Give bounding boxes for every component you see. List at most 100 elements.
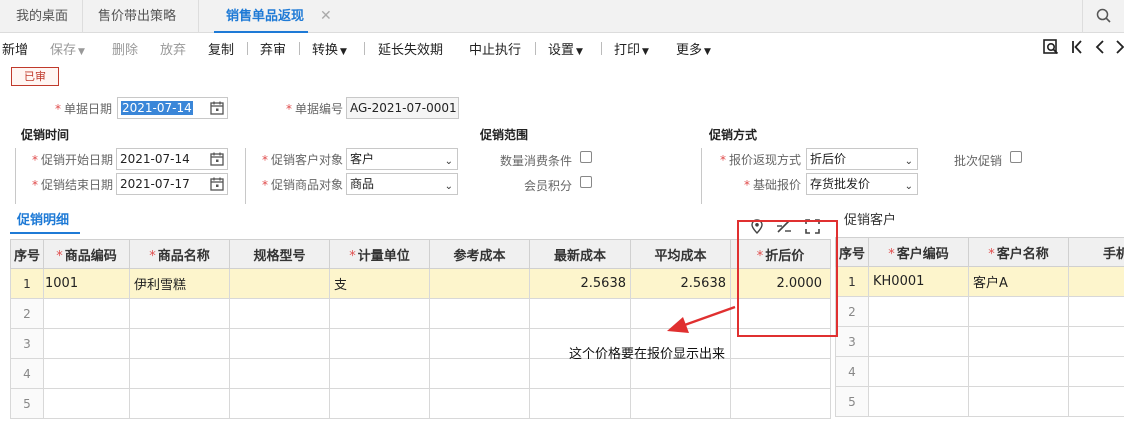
cell-avg-cost[interactable]: 2.5638: [630, 268, 731, 299]
grid-cell[interactable]: [329, 388, 430, 419]
print-button[interactable]: 打印 ▼: [614, 39, 649, 58]
end-date-field[interactable]: 2021-07-17: [116, 173, 228, 195]
convert-button[interactable]: 转换 ▼: [312, 39, 347, 58]
grid-cell[interactable]: [868, 326, 969, 357]
grid-cell[interactable]: [329, 298, 430, 329]
grid-cell[interactable]: [529, 388, 631, 419]
grid-cell[interactable]: [730, 388, 831, 419]
col-spec[interactable]: 规格型号: [229, 239, 330, 269]
col-customer-name[interactable]: * 客户名称: [968, 237, 1069, 267]
cell-spec[interactable]: [229, 268, 330, 299]
grid-cell[interactable]: [43, 298, 130, 329]
table-row[interactable]: 1 1001 伊利雪糕 支 2.5638 2.5638 2.0000: [10, 268, 831, 299]
grid-cell[interactable]: [630, 388, 731, 419]
batch-promo-checkbox[interactable]: [1010, 151, 1022, 163]
tab-desktop[interactable]: 我的桌面: [16, 0, 68, 33]
grid-cell[interactable]: [1068, 296, 1124, 327]
grid-cell[interactable]: [129, 328, 230, 359]
table-row[interactable]: 4: [10, 358, 831, 389]
grid-cell[interactable]: [43, 358, 130, 389]
grid-cell[interactable]: [43, 328, 130, 359]
grid-cell[interactable]: [429, 328, 530, 359]
more-button[interactable]: 更多 ▼: [676, 39, 711, 58]
col-customer-code[interactable]: * 客户编码: [868, 237, 969, 267]
tab-single-item-cashback[interactable]: 销售单品返现: [214, 0, 309, 33]
table-row[interactable]: 5: [10, 388, 831, 419]
col-phone[interactable]: 手机: [1068, 237, 1124, 267]
grid-cell[interactable]: [868, 296, 969, 327]
cell-customer-code[interactable]: KH0001: [868, 266, 969, 297]
new-button[interactable]: 新增: [2, 39, 28, 58]
discard-button[interactable]: 放弃: [160, 39, 186, 58]
calendar-icon[interactable]: [210, 152, 224, 166]
grid-cell[interactable]: [968, 386, 1069, 417]
start-date-field[interactable]: 2021-07-14: [116, 148, 228, 170]
document-search-icon[interactable]: [1043, 39, 1059, 55]
grid-cell[interactable]: [730, 358, 831, 389]
grid-cell[interactable]: [229, 388, 330, 419]
grid-cell[interactable]: [329, 358, 430, 389]
doc-no-field[interactable]: AG-2021-07-0001: [346, 97, 459, 119]
grid-cell[interactable]: [1068, 386, 1124, 417]
cell-phone[interactable]: [1068, 266, 1124, 297]
customer-object-select[interactable]: 客户 ⌄: [346, 148, 458, 170]
grid-cell[interactable]: [229, 328, 330, 359]
grid-cell[interactable]: [1068, 326, 1124, 357]
table-row[interactable]: 5: [835, 386, 1124, 417]
tab-price-strategy[interactable]: 售价带出策略: [98, 0, 176, 33]
copy-button[interactable]: 复制: [208, 39, 234, 58]
save-button[interactable]: 保存 ▼: [50, 39, 85, 58]
cell-customer-name[interactable]: 客户A: [968, 266, 1069, 297]
grid-cell[interactable]: [429, 298, 530, 329]
goods-object-select[interactable]: 商品 ⌄: [346, 173, 458, 195]
base-price-select[interactable]: 存货批发价 ⌄: [806, 173, 918, 195]
previous-record-icon[interactable]: [1094, 39, 1106, 55]
member-points-checkbox[interactable]: [580, 176, 592, 188]
grid-cell[interactable]: [968, 356, 1069, 387]
grid-cell[interactable]: [329, 328, 430, 359]
col-avg-cost[interactable]: 平均成本: [630, 239, 731, 269]
grid-cell[interactable]: [868, 356, 969, 387]
settings-button[interactable]: 设置 ▼: [548, 39, 583, 58]
next-record-icon[interactable]: [1116, 39, 1124, 55]
grid-cell[interactable]: [229, 298, 330, 329]
grid-cell[interactable]: [129, 298, 230, 329]
grid-cell[interactable]: [630, 358, 731, 389]
col-unit[interactable]: * 计量单位: [329, 239, 430, 269]
unaudit-button[interactable]: 弃审: [260, 39, 286, 58]
table-row[interactable]: 3: [835, 326, 1124, 357]
search-icon[interactable]: [1096, 8, 1112, 24]
col-ref-cost[interactable]: 参考成本: [429, 239, 530, 269]
tab-promo-customer[interactable]: 促销客户: [844, 209, 896, 228]
calendar-icon[interactable]: [210, 177, 224, 191]
table-row[interactable]: 2: [835, 296, 1124, 327]
table-row[interactable]: 1 KH0001 客户A: [835, 266, 1124, 297]
grid-cell[interactable]: [429, 388, 530, 419]
cell-latest-cost[interactable]: 2.5638: [529, 268, 631, 299]
cell-goods-name[interactable]: 伊利雪糕: [129, 268, 230, 299]
col-goods-name[interactable]: * 商品名称: [129, 239, 230, 269]
calendar-icon[interactable]: [210, 101, 224, 115]
delete-button[interactable]: 删除: [112, 39, 138, 58]
stop-execution-button[interactable]: 中止执行: [469, 39, 521, 58]
grid-cell[interactable]: [129, 358, 230, 389]
grid-cell[interactable]: [868, 386, 969, 417]
grid-cell[interactable]: [529, 298, 631, 329]
grid-cell[interactable]: [968, 296, 1069, 327]
grid-cell[interactable]: [229, 358, 330, 389]
grid-cell[interactable]: [968, 326, 1069, 357]
col-goods-code[interactable]: * 商品编码: [43, 239, 130, 269]
cell-goods-code[interactable]: 1001: [43, 268, 130, 299]
col-latest-cost[interactable]: 最新成本: [529, 239, 631, 269]
table-row[interactable]: 4: [835, 356, 1124, 387]
close-icon[interactable]: ✕: [320, 0, 332, 33]
grid-cell[interactable]: [129, 388, 230, 419]
grid-cell[interactable]: [1068, 356, 1124, 387]
extend-expiry-button[interactable]: 延长失效期: [378, 39, 443, 58]
cell-unit[interactable]: 支: [329, 268, 430, 299]
doc-date-field[interactable]: 2021-07-14: [117, 97, 228, 119]
grid-cell[interactable]: [429, 358, 530, 389]
first-record-icon[interactable]: [1071, 39, 1083, 55]
grid-cell[interactable]: [43, 388, 130, 419]
grid-cell[interactable]: [529, 358, 631, 389]
